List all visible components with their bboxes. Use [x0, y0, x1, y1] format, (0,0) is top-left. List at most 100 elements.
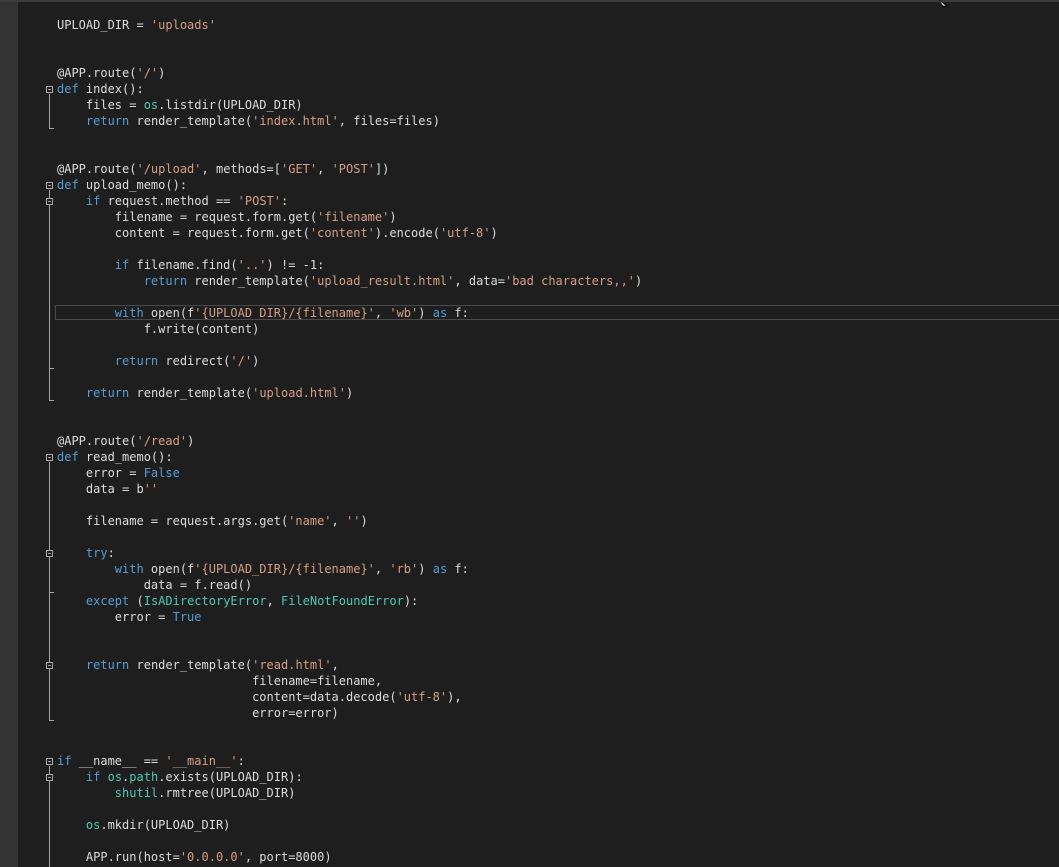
fold-collapse-icon[interactable] — [46, 774, 53, 781]
code-token: def — [57, 450, 79, 464]
code-token: return — [114, 354, 159, 368]
code-line[interactable]: if __name__ == '__main__': — [57, 753, 1059, 769]
code-token: , — [331, 514, 346, 528]
code-line[interactable]: with open(f'{UPLOAD_DIR}/{filename}', 'r… — [57, 561, 1059, 577]
code-line[interactable]: except (IsADirectoryError, FileNotFoundE… — [57, 593, 1059, 609]
code-line[interactable]: ​ — [57, 49, 1059, 65]
code-line[interactable]: ​ — [57, 337, 1059, 353]
code-line[interactable]: ​ — [57, 625, 1059, 641]
code-token: ) — [252, 354, 260, 368]
code-token: : — [237, 754, 245, 768]
code-line[interactable]: ​ — [57, 401, 1059, 417]
fold-collapse-icon[interactable] — [46, 182, 53, 189]
code-token: content = request.form.get( — [57, 226, 310, 240]
fold-collapse-icon[interactable] — [46, 454, 53, 461]
code-token: @APP.route( — [57, 66, 137, 80]
fold-collapse-icon[interactable] — [46, 86, 53, 93]
code-line[interactable]: ​ — [57, 721, 1059, 737]
code-line[interactable]: return render_template('read.html', — [57, 657, 1059, 673]
code-token: path — [129, 770, 159, 784]
code-editor[interactable]: UPLOAD_DIR = 'uploads'​​@APP.route('/')d… — [0, 0, 1059, 867]
code-line[interactable]: ​ — [57, 129, 1059, 145]
code-token: '__main__' — [165, 754, 238, 768]
code-line[interactable]: ​ — [57, 737, 1059, 753]
editor-gutter — [0, 2, 18, 867]
code-line[interactable]: error=error) — [57, 705, 1059, 721]
code-line[interactable]: content=data.decode('utf-8'), — [57, 689, 1059, 705]
code-text-area[interactable]: UPLOAD_DIR = 'uploads'​​@APP.route('/')d… — [55, 17, 1059, 865]
fold-guide — [49, 766, 50, 867]
code-line[interactable]: ​ — [57, 641, 1059, 657]
code-token: '{UPLOAD_DIR}/{filename}' — [194, 306, 375, 320]
code-token: filename.find( — [129, 258, 238, 272]
code-line[interactable]: with open(f'{UPLOAD_DIR}/{filename}', 'w… — [55, 305, 1059, 321]
code-line[interactable]: def upload_memo(): — [57, 177, 1059, 193]
code-token: return — [85, 658, 130, 672]
code-line[interactable]: ​ — [57, 369, 1059, 385]
code-token: def — [57, 82, 79, 96]
code-token: ) — [187, 434, 195, 448]
code-token: '/read' — [136, 434, 188, 448]
code-line[interactable]: if os.path.exists(UPLOAD_DIR): — [57, 769, 1059, 785]
fold-guide — [49, 462, 50, 720]
code-line[interactable]: shutil.rmtree(UPLOAD_DIR) — [57, 785, 1059, 801]
code-line[interactable]: data = f.read() — [57, 577, 1059, 593]
code-line[interactable]: @APP.route('/read') — [57, 433, 1059, 449]
code-token: if — [85, 770, 101, 784]
code-line[interactable]: ​ — [57, 529, 1059, 545]
code-line[interactable]: def read_memo(): — [57, 449, 1059, 465]
code-line[interactable]: return redirect('/') — [57, 353, 1059, 369]
code-line[interactable]: ​ — [57, 417, 1059, 433]
code-token: os — [85, 818, 101, 832]
code-line[interactable]: return render_template('upload_result.ht… — [57, 273, 1059, 289]
code-token: f: — [447, 562, 469, 576]
code-line[interactable]: return render_template('upload.html') — [57, 385, 1059, 401]
code-line[interactable]: if filename.find('..') != -1: — [57, 257, 1059, 273]
code-token: , data= — [454, 274, 505, 288]
code-line[interactable]: UPLOAD_DIR = 'uploads' — [57, 17, 1059, 33]
code-token: if — [57, 754, 72, 768]
code-line[interactable]: if request.method == 'POST': — [57, 193, 1059, 209]
code-token: return — [85, 386, 130, 400]
code-line[interactable]: ​ — [57, 497, 1059, 513]
code-line[interactable]: error = True — [57, 609, 1059, 625]
code-line[interactable]: content = request.form.get('content').en… — [57, 225, 1059, 241]
code-line[interactable]: ​ — [57, 33, 1059, 49]
code-token: 'filename' — [317, 210, 390, 224]
code-line[interactable]: filename=filename, — [57, 673, 1059, 689]
code-line[interactable]: def index(): — [57, 81, 1059, 97]
code-line[interactable]: ​ — [57, 289, 1059, 305]
code-token: except — [85, 594, 130, 608]
fold-collapse-icon[interactable] — [46, 198, 53, 205]
code-line[interactable]: error = False — [57, 465, 1059, 481]
code-line[interactable]: return render_template('index.html', fil… — [57, 113, 1059, 129]
code-line[interactable]: os.mkdir(UPLOAD_DIR) — [57, 817, 1059, 833]
fold-collapse-icon[interactable] — [46, 550, 53, 557]
code-line[interactable]: APP.run(host='0.0.0.0', port=8000) — [57, 849, 1059, 865]
code-line[interactable]: try: — [57, 545, 1059, 561]
code-line[interactable]: @APP.route('/') — [57, 65, 1059, 81]
code-token: .rmtree(UPLOAD_DIR) — [158, 786, 296, 800]
code-line[interactable]: @APP.route('/upload', methods=['GET', 'P… — [57, 161, 1059, 177]
code-token: return — [85, 114, 130, 128]
code-line[interactable]: files = os.listdir(UPLOAD_DIR) — [57, 97, 1059, 113]
code-line[interactable]: ​ — [57, 241, 1059, 257]
code-line[interactable]: f.write(content) — [57, 321, 1059, 337]
code-token: render_template( — [129, 114, 253, 128]
code-token: open(f — [143, 562, 195, 576]
code-line[interactable]: ​ — [57, 145, 1059, 161]
code-line[interactable]: ​ — [57, 801, 1059, 817]
code-line[interactable]: filename = request.args.get('name', '') — [57, 513, 1059, 529]
code-token: '' — [143, 482, 159, 496]
code-token: , port=8000) — [244, 850, 332, 864]
fold-collapse-icon[interactable] — [46, 758, 53, 765]
fold-margin — [18, 0, 56, 867]
fold-collapse-icon[interactable] — [46, 662, 53, 669]
code-line[interactable]: ​ — [57, 833, 1059, 849]
code-token: ) — [158, 66, 166, 80]
code-line[interactable]: filename = request.form.get('filename') — [57, 209, 1059, 225]
code-line[interactable]: data = b'' — [57, 481, 1059, 497]
